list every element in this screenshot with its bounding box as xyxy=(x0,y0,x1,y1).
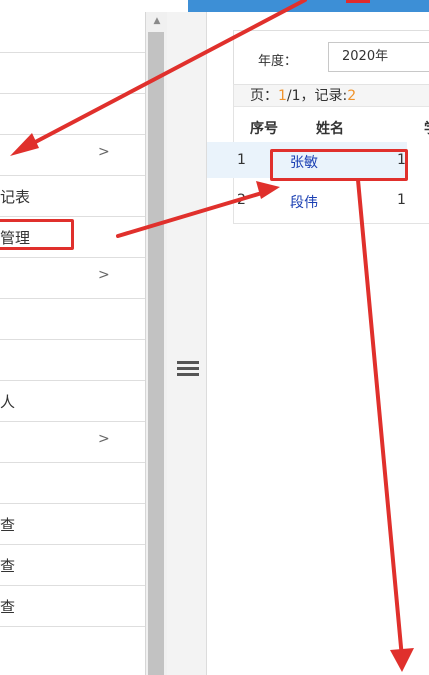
sidebar-item[interactable] xyxy=(0,12,145,53)
column-header-name: 姓名 xyxy=(316,121,344,137)
top-banner xyxy=(0,0,429,12)
sidebar-item[interactable]: 查 xyxy=(0,545,145,586)
chevron-right-icon: > xyxy=(98,267,110,283)
sidebar-collapse-strip[interactable] xyxy=(167,12,207,675)
year-select[interactable]: 2020年 xyxy=(328,42,429,72)
pager-current-page: 1 xyxy=(278,88,287,104)
sidebar-item[interactable] xyxy=(0,299,145,340)
sidebar-item[interactable] xyxy=(0,463,145,504)
pager-prefix: 页： xyxy=(250,88,278,104)
sidebar-item[interactable]: > xyxy=(0,422,145,463)
sidebar-item[interactable]: > xyxy=(0,135,145,176)
annotation-highlight-box xyxy=(270,149,408,181)
sidebar-item[interactable] xyxy=(0,53,145,94)
sidebar-item[interactable]: 记表 xyxy=(0,176,145,217)
sidebar-item-label: 查 xyxy=(0,557,16,575)
table-header: 序号 姓名 学 xyxy=(234,107,429,143)
sidebar-item[interactable] xyxy=(0,340,145,381)
year-label: 年度： xyxy=(258,54,298,69)
sidebar-item[interactable]: > xyxy=(0,258,145,299)
filter-panel: 年度： 2020年 xyxy=(233,30,429,85)
main-content: 年度： 2020年 页：1/1，记录:2 序号 姓名 学 1 张敏 1 2 段伟… xyxy=(207,12,429,675)
pager-record-count: 2 xyxy=(347,88,357,104)
column-header-truncated: 学 xyxy=(424,118,429,138)
column-header-index: 序号 xyxy=(250,121,278,137)
sidebar-scrollbar[interactable]: ▲ xyxy=(145,12,167,675)
header-red-mark xyxy=(346,0,370,3)
scroll-up-arrow-icon[interactable]: ▲ xyxy=(146,12,168,30)
pager-total: /1，记录: xyxy=(286,88,348,104)
sidebar-item-label: 人 xyxy=(0,393,16,411)
sidebar-item[interactable]: 查 xyxy=(0,586,145,627)
sidebar-item[interactable] xyxy=(0,94,145,135)
row-cell-truncated: 1 xyxy=(397,192,406,208)
row-index: 2 xyxy=(237,192,246,208)
sidebar-item-label: 查 xyxy=(0,516,16,534)
row-name-link[interactable]: 段伟 xyxy=(290,192,318,212)
header-blue-strip xyxy=(188,0,429,12)
row-index: 1 xyxy=(237,152,246,168)
pager-info: 页：1/1，记录:2 xyxy=(234,85,429,107)
sidebar-item[interactable]: 人 xyxy=(0,381,145,422)
sidebar-menu: > 记表 管理 > 人 > 查 查 查 xyxy=(0,12,145,675)
scrollbar-thumb[interactable] xyxy=(148,32,164,675)
sidebar-item-label: 查 xyxy=(0,598,16,616)
table-row[interactable]: 2 段伟 1 xyxy=(207,182,407,218)
sidebar-item-label: 记表 xyxy=(0,188,31,206)
annotation-highlight-box xyxy=(0,219,74,250)
chevron-right-icon: > xyxy=(98,431,110,447)
sidebar-item[interactable]: 查 xyxy=(0,504,145,545)
chevron-right-icon: > xyxy=(98,144,110,160)
menu-toggle-icon[interactable] xyxy=(177,361,199,377)
